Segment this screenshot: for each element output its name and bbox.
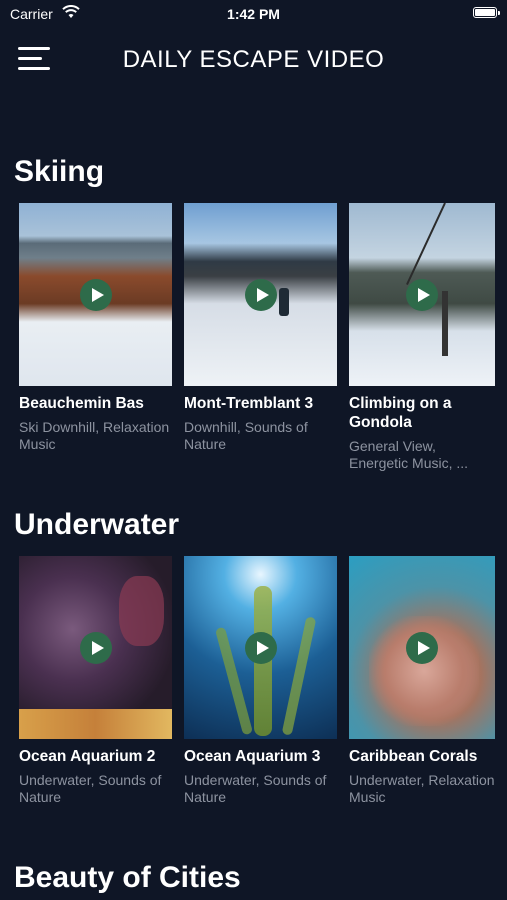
video-subtitle: Underwater, Sounds of Nature	[184, 772, 327, 805]
video-thumbnail	[184, 556, 337, 739]
play-icon[interactable]	[244, 278, 277, 311]
play-icon[interactable]	[406, 631, 438, 664]
play-icon[interactable]	[79, 631, 112, 664]
app-title: DAILY ESCAPE VIDEO	[122, 46, 385, 73]
video-card-beauchemin-bas[interactable]: Beauchemin Bas Ski Downhill, Relaxation …	[19, 203, 172, 472]
video-card-ocean-aquarium-2[interactable]: Ocean Aquarium 2 Underwater, Sounds of N…	[19, 556, 172, 806]
play-icon[interactable]	[406, 278, 438, 311]
play-icon[interactable]	[79, 278, 112, 311]
video-subtitle: General View, Energetic Music, ...	[349, 438, 469, 471]
video-title: Climbing on a Gondola	[349, 395, 452, 431]
video-subtitle: Downhill, Sounds of Nature	[184, 419, 308, 452]
video-card-ocean-aquarium-3[interactable]: Ocean Aquarium 3 Underwater, Sounds of N…	[184, 556, 337, 806]
play-icon[interactable]	[244, 631, 277, 664]
video-thumbnail	[184, 203, 337, 386]
section-title-beauty-of-cities: Beauty of Cities	[14, 861, 241, 894]
video-card-caribbean-corals[interactable]: Caribbean Corals Underwater, Relaxation …	[349, 556, 495, 806]
video-subtitle: Underwater, Relaxation Music	[349, 772, 495, 805]
video-thumbnail	[19, 203, 172, 386]
video-title: Ocean Aquarium 3	[184, 748, 321, 765]
video-title: Ocean Aquarium 2	[19, 748, 156, 765]
video-thumbnail	[349, 203, 495, 386]
video-row-skiing: Beauchemin Bas Ski Downhill, Relaxation …	[19, 203, 495, 472]
section-title-underwater: Underwater	[14, 508, 180, 541]
clock: 1:42 PM	[227, 6, 280, 22]
video-subtitle: Ski Downhill, Relaxation Music	[19, 419, 170, 452]
video-title: Mont-Tremblant 3	[184, 395, 314, 412]
video-title: Caribbean Corals	[349, 748, 478, 765]
video-card-climbing-on-a-gondola[interactable]: Climbing on a Gondola General View, Ener…	[349, 203, 495, 472]
status-bar: Carrier 1:42 PM	[0, 0, 507, 28]
video-row-underwater: Ocean Aquarium 2 Underwater, Sounds of N…	[19, 556, 495, 806]
video-thumbnail	[19, 556, 172, 739]
video-card-mont-tremblant-3[interactable]: Mont-Tremblant 3 Downhill, Sounds of Nat…	[184, 203, 337, 472]
video-subtitle: Underwater, Sounds of Nature	[19, 772, 162, 805]
battery-icon	[473, 7, 500, 18]
video-title: Beauchemin Bas	[19, 395, 144, 412]
section-title-skiing: Skiing	[14, 155, 105, 188]
video-thumbnail	[349, 556, 495, 739]
